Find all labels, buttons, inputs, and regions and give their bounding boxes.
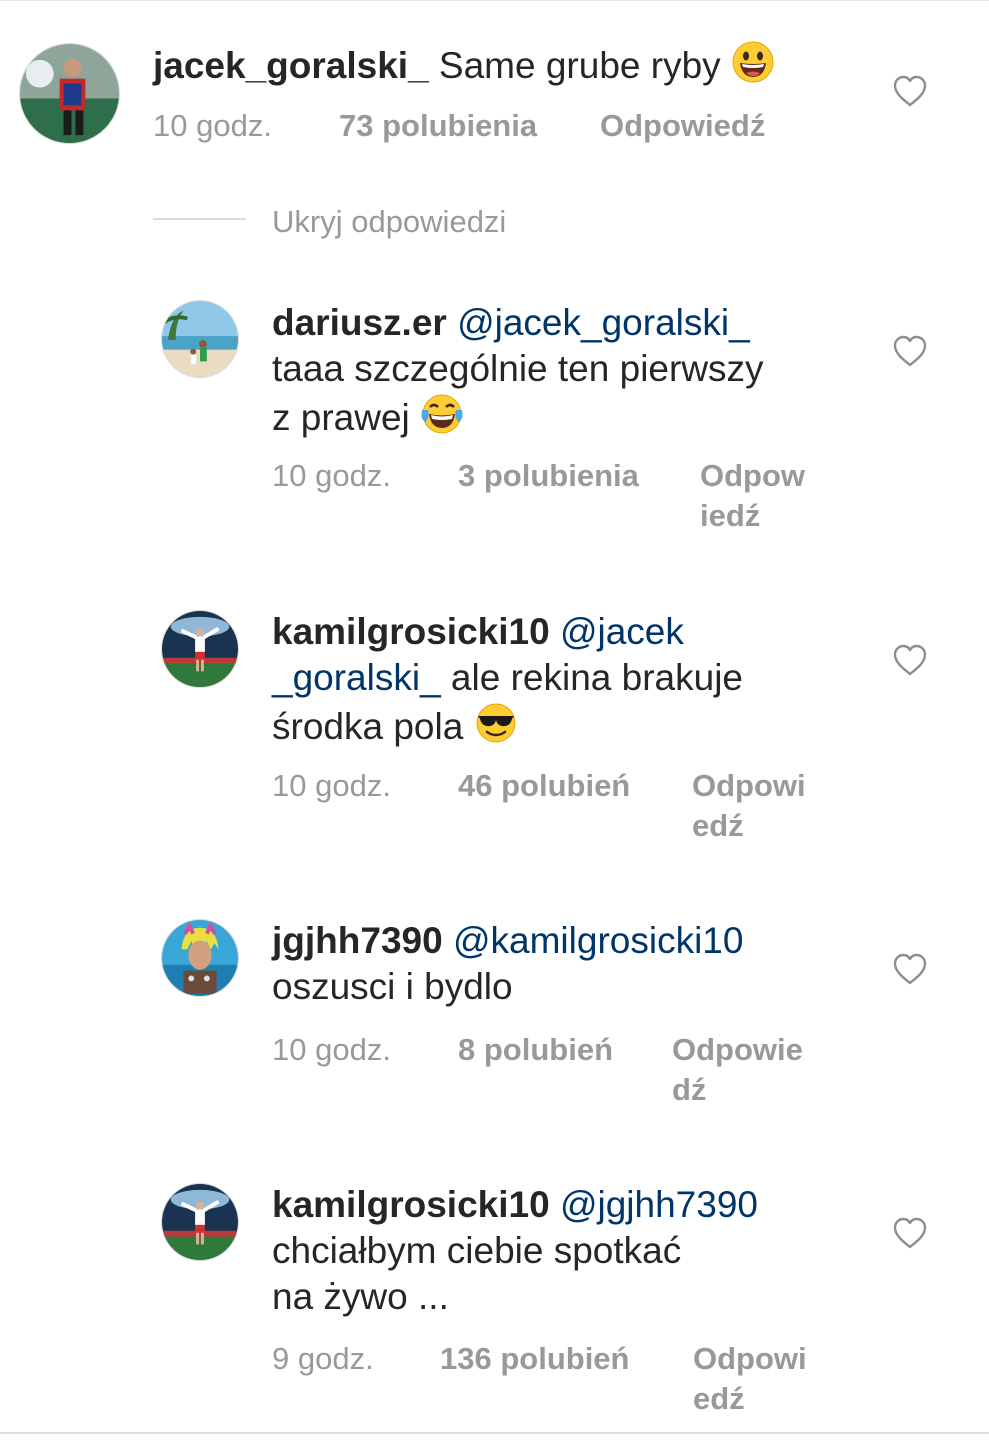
reply-label-line: Odpow [700,458,806,493]
reply-button[interactable]: Odpowi edź [693,1339,807,1419]
reply-label-line: dź [672,1072,707,1107]
comment-username[interactable]: kamilgrosicki10 [272,1184,550,1225]
comment-likes[interactable]: 73 polubienia [339,106,537,146]
comment-text: z prawej [272,397,410,438]
replies-divider-line [153,218,246,220]
bottom-divider [0,1432,989,1434]
comment-username[interactable]: jacek_goralski_ [153,45,429,86]
comment-meta: 10 godz. 8 polubień Odpowie dź [272,1030,832,1110]
avatar-jgjhh7390[interactable] [161,919,239,997]
comment-text: na żywo ... [272,1276,449,1317]
comment-mention[interactable]: @kamilgrosicki10 [453,920,743,961]
hide-replies-label[interactable]: Ukryj odpowiedzi [272,200,506,244]
comment-meta: 10 godz. 46 polubień Odpowi edź [272,766,832,846]
comment-mention[interactable]: _goralski_ [272,657,441,698]
comment-text: oszusci i bydlo [272,966,513,1007]
comment-likes[interactable]: 136 polubień [440,1339,629,1379]
comment-text: taaa szczególnie ten pierwszy [272,348,764,389]
comment-body: dariusz.er @jacek_goralski_ taaa szczegó… [272,300,842,441]
heart-outline-icon[interactable] [892,643,928,677]
grinning-face-emoji-icon [731,40,775,84]
comment-likes[interactable]: 8 polubień [458,1030,613,1070]
avatar-kamilgrosicki10[interactable] [161,1183,239,1261]
heart-outline-icon[interactable] [892,1216,928,1250]
comment-likes[interactable]: 46 polubień [458,766,630,806]
comment-time: 9 godz. [272,1341,374,1376]
comment-body: kamilgrosicki10 @jacek _goralski_ ale re… [272,609,842,750]
reply-button[interactable]: Odpowi edź [692,766,806,846]
reply-label-line: iedź [700,498,761,533]
reply-button[interactable]: Odpowiedź [600,106,765,146]
reply-button[interactable]: Odpow iedź [700,456,805,536]
comment-mention[interactable]: @jacek [560,611,684,652]
comment-time: 10 godz. [272,1032,391,1067]
comment-time: 10 godz. [153,108,272,143]
avatar-dariusz-er[interactable] [161,300,239,378]
comment-username[interactable]: dariusz.er [272,302,447,343]
reply-label-line: Odpowi [692,768,806,803]
comment-mention[interactable]: @jgjhh7390 [560,1184,758,1225]
comment-username[interactable]: kamilgrosicki10 [272,611,550,652]
avatar-kamilgrosicki10[interactable] [161,610,239,688]
comment-text: chciałbym ciebie spotkać [272,1230,682,1271]
reply-label-line: Odpowie [672,1032,803,1067]
comment-likes[interactable]: 3 polubienia [458,456,639,496]
tears-of-joy-emoji-icon [420,392,464,436]
comment-time: 10 godz. [272,458,391,493]
comment-body: jacek_goralski_ Same grube ryby [153,40,873,89]
comment-body: kamilgrosicki10 @jgjhh7390 chciałbym cie… [272,1182,842,1320]
comment-meta: 9 godz. 136 polubień Odpowi edź [272,1339,832,1419]
comment-text: Same grube ryby [438,45,721,86]
comment-mention[interactable]: @jacek_goralski_ [457,302,750,343]
comment-time: 10 godz. [272,768,391,803]
sunglasses-face-emoji-icon [474,701,518,745]
reply-label-line: edź [692,808,744,843]
comment-text: ale rekina brakuje [440,657,743,698]
reply-button[interactable]: Odpowie dź [672,1030,803,1110]
heart-outline-icon[interactable] [892,74,928,108]
reply-label-line: Odpowi [693,1341,807,1376]
reply-label-line: edź [693,1381,745,1416]
heart-outline-icon[interactable] [892,952,928,986]
comment-meta: 10 godz. 73 polubienia Odpowiedź [153,106,853,146]
comment-username[interactable]: jgjhh7390 [272,920,443,961]
comment-meta: 10 godz. 3 polubienia Odpow iedź [272,456,832,536]
top-divider [0,0,989,1]
comment-text: środka pola [272,706,464,747]
heart-outline-icon[interactable] [892,334,928,368]
comment-body: jgjhh7390 @kamilgrosicki10 oszusci i byd… [272,918,842,1010]
avatar-jacek-goralski[interactable] [19,43,120,144]
